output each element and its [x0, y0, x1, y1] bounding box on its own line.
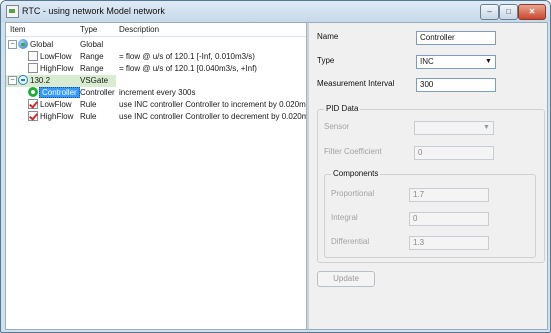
- maximize-button[interactable]: □: [499, 4, 518, 20]
- tree-item-name: LowFlow: [40, 52, 72, 61]
- name-label: Name: [317, 32, 339, 41]
- filter-coefficient-label: Filter Coefficient: [324, 147, 382, 156]
- components-group: Components Proportional 1.7 Integral 0 D…: [324, 169, 536, 258]
- tree-row-selected[interactable]: Controller Controller increment every 30…: [6, 87, 306, 99]
- range-icon: [28, 63, 38, 73]
- collapse-toggle[interactable]: −: [8, 76, 17, 85]
- app-icon: [6, 5, 19, 18]
- column-header-item[interactable]: Item: [10, 25, 26, 34]
- tree-item-description: = flow @ u/s of 120.1 [0.040m3/s, +Inf): [119, 64, 257, 73]
- tree-item-type: Controller: [80, 88, 115, 97]
- tree-item-type: Rule: [80, 112, 97, 121]
- tree-row[interactable]: − Global Global: [6, 39, 306, 51]
- update-button[interactable]: Update: [317, 271, 375, 287]
- tree-item-description: = flow @ u/s of 120.1 [-Inf, 0.010m3/s): [119, 52, 255, 61]
- filter-coefficient-field[interactable]: 0: [414, 146, 494, 160]
- tree-item-name: HighFlow: [40, 112, 74, 121]
- measurement-interval-field[interactable]: 300: [416, 78, 496, 92]
- chevron-down-icon: ▼: [483, 124, 490, 131]
- properties-panel: Name Controller Type INC ▼ Measurement I…: [309, 23, 547, 329]
- tree-row[interactable]: HighFlow Range = flow @ u/s of 120.1 [0.…: [6, 63, 306, 75]
- differential-label: Differential: [331, 237, 370, 246]
- tree-item-description: use INC controller Controller to decreme…: [119, 112, 309, 121]
- column-header-description[interactable]: Description: [119, 25, 159, 34]
- rule-icon: [28, 99, 38, 109]
- integral-label: Integral: [331, 213, 358, 222]
- type-label: Type: [317, 56, 335, 65]
- tree-item-name: LowFlow: [40, 100, 72, 109]
- tree-row[interactable]: − 130.2 VSGate: [6, 75, 116, 87]
- tree-item-name: Controller: [39, 87, 80, 98]
- range-icon: [28, 51, 38, 61]
- sensor-label: Sensor: [324, 122, 350, 131]
- column-header-type[interactable]: Type: [80, 25, 97, 34]
- tree-item-type: VSGate: [80, 76, 109, 85]
- node-icon: [18, 75, 28, 85]
- rtc-window: RTC - using network Model network – □ ✕ …: [0, 0, 551, 333]
- sensor-dropdown[interactable]: ▼: [414, 121, 494, 135]
- title-bar[interactable]: RTC - using network Model network – □ ✕: [1, 1, 550, 22]
- globe-icon: [18, 39, 28, 49]
- tree-item-type: Rule: [80, 100, 97, 109]
- window-title: RTC - using network Model network: [22, 6, 165, 16]
- tree-item-type: Global: [80, 40, 104, 49]
- tree-item-type: Range: [80, 64, 104, 73]
- type-dropdown-value: INC: [420, 57, 434, 66]
- chevron-down-icon: ▼: [485, 58, 492, 65]
- tree-row[interactable]: LowFlow Range = flow @ u/s of 120.1 [-In…: [6, 51, 306, 63]
- tree-row[interactable]: HighFlow Rule use INC controller Control…: [6, 111, 309, 123]
- tree-row[interactable]: LowFlow Rule use INC controller Controll…: [6, 99, 306, 111]
- components-title: Components: [331, 169, 381, 178]
- tree-header: Item Type Description: [6, 23, 306, 37]
- collapse-toggle[interactable]: −: [8, 40, 17, 49]
- tree-item-type: Range: [80, 52, 104, 61]
- controller-icon: [28, 87, 38, 97]
- pid-data-title: PID Data: [324, 104, 361, 113]
- minimize-button[interactable]: –: [480, 4, 499, 20]
- integral-field[interactable]: 0: [409, 212, 489, 226]
- tree-item-description: use INC controller Controller to increme…: [119, 100, 306, 109]
- type-dropdown[interactable]: INC ▼: [416, 55, 496, 69]
- proportional-field[interactable]: 1.7: [409, 188, 489, 202]
- tree-item-name: HighFlow: [40, 64, 74, 73]
- close-button[interactable]: ✕: [518, 4, 546, 20]
- tree-item-name: 130.2: [30, 76, 51, 85]
- proportional-label: Proportional: [331, 189, 375, 198]
- pid-data-group: PID Data Sensor ▼ Filter Coefficient 0 C…: [317, 104, 545, 263]
- tree-item-name: Global: [30, 40, 54, 49]
- rule-icon: [28, 111, 38, 121]
- client-area: Item Type Description − Global Global Lo…: [5, 22, 548, 330]
- name-field[interactable]: Controller: [416, 31, 496, 45]
- measurement-interval-label: Measurement Interval: [317, 79, 395, 88]
- differential-field[interactable]: 1.3: [409, 236, 489, 250]
- tree-item-description: increment every 300s: [119, 88, 196, 97]
- rules-tree[interactable]: Item Type Description − Global Global Lo…: [6, 23, 309, 329]
